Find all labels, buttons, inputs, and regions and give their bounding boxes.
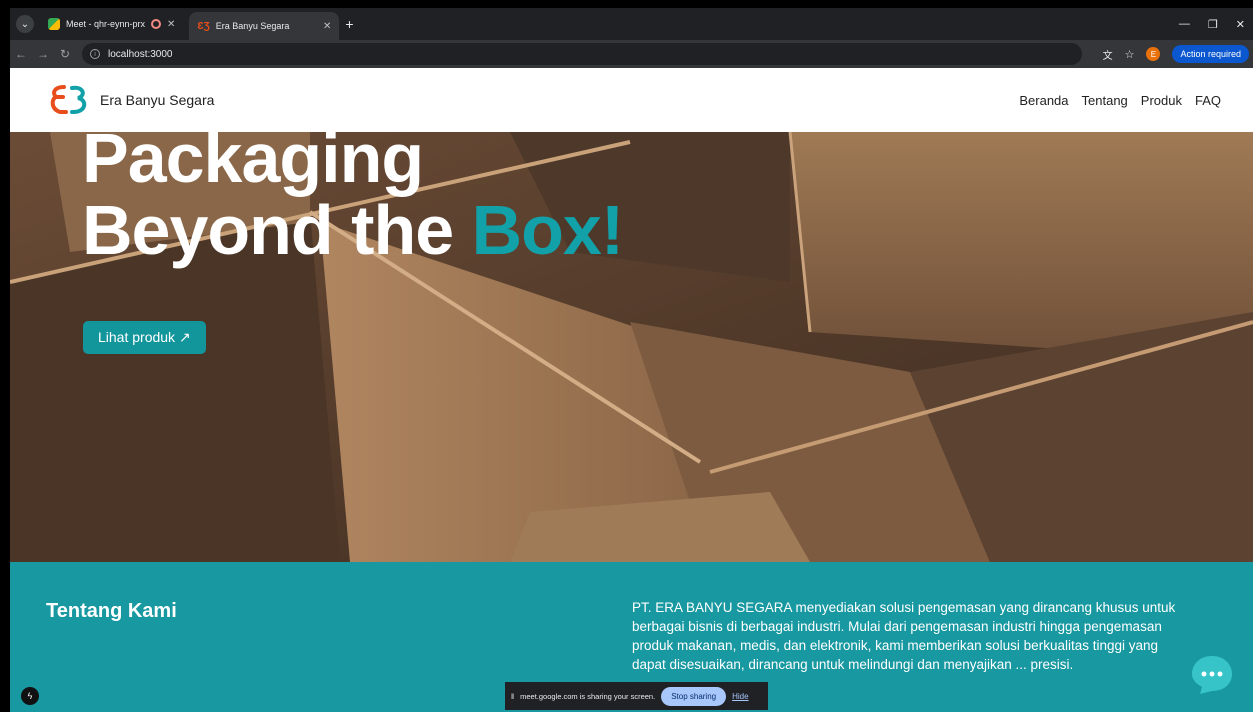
tab-title: Meet - qhr-eynn-prx (66, 19, 146, 29)
hero-section: Packaging Beyond the Box! Lihat produk ↗ (10, 132, 1253, 562)
brand-name: Era Banyu Segara (100, 92, 215, 108)
nav-beranda[interactable]: Beranda (1019, 93, 1068, 108)
profile-avatar[interactable]: E (1146, 47, 1161, 61)
nav-faq[interactable]: FAQ (1195, 93, 1221, 108)
eb-logo-icon (50, 85, 87, 115)
headline-line2-prefix: Beyond the (82, 191, 472, 269)
address-bar[interactable]: i localhost:3000 (82, 43, 1082, 65)
chat-bubble-icon[interactable] (1190, 654, 1234, 696)
browser-toolbar: ← → ↻ i localhost:3000 文 ☆ E Action requ… (10, 40, 1253, 68)
lihat-produk-button[interactable]: Lihat produk ↗ (83, 321, 206, 354)
dev-tools-badge[interactable]: ϟ (21, 687, 39, 705)
tab-search-icon[interactable]: ⌄ (16, 15, 34, 33)
close-tab-icon[interactable]: ✕ (323, 21, 331, 32)
site-info-icon[interactable]: i (90, 49, 100, 59)
browser-tabbar: ⌄ Meet - qhr-eynn-prx ✕ ƐƷ Era Banyu Seg… (10, 8, 1253, 40)
main-nav: Beranda Tentang Produk FAQ (1019, 93, 1221, 108)
screen-share-bar: ‖ meet.google.com is sharing your screen… (505, 682, 768, 710)
restore-icon[interactable]: ❐ (1208, 18, 1218, 31)
action-required-button[interactable]: Action required (1172, 45, 1249, 63)
recording-icon (151, 19, 162, 29)
tab-era-banyu-segara[interactable]: ƐƷ Era Banyu Segara ✕ (189, 12, 340, 40)
headline-accent: Box! (471, 191, 625, 269)
about-text: PT. ERA BANYU SEGARA menyediakan solusi … (632, 600, 1176, 672)
reload-icon[interactable]: ↻ (54, 47, 76, 61)
minimize-icon[interactable]: — (1179, 18, 1190, 31)
tab-meet[interactable]: Meet - qhr-eynn-prx ✕ (40, 11, 183, 37)
site-logo[interactable]: Era Banyu Segara (48, 83, 214, 117)
nav-tentang[interactable]: Tentang (1082, 93, 1128, 108)
site-header: Era Banyu Segara Beranda Tentang Produk … (10, 68, 1253, 132)
translate-icon[interactable]: 文 (1103, 47, 1113, 62)
hero-headline: Packaging Beyond the Box! (82, 132, 625, 269)
nav-produk[interactable]: Produk (1141, 93, 1182, 108)
close-window-icon[interactable]: ✕ (1236, 18, 1245, 31)
close-tab-icon[interactable]: ✕ (167, 19, 175, 30)
meet-favicon-icon (48, 18, 60, 30)
back-icon[interactable]: ← (10, 47, 32, 61)
hide-link[interactable]: Hide (732, 692, 748, 701)
new-tab-icon[interactable]: + (345, 16, 353, 32)
forward-icon[interactable]: → (32, 47, 54, 61)
about-title: Tentang Kami (46, 600, 177, 622)
era-favicon-icon: ƐƷ (197, 20, 210, 32)
headline-line1: Packaging (82, 132, 424, 197)
bookmark-star-icon[interactable]: ☆ (1125, 48, 1135, 61)
pause-icon: ‖ (511, 691, 515, 701)
screen: ⌄ Meet - qhr-eynn-prx ✕ ƐƷ Era Banyu Seg… (0, 0, 1253, 712)
url-text: localhost:3000 (108, 48, 173, 60)
web-page: Era Banyu Segara Beranda Tentang Produk … (10, 68, 1253, 712)
share-message: meet.google.com is sharing your screen. (520, 691, 656, 701)
window-controls: — ❐ ✕ (1179, 18, 1253, 31)
toolbar-actions: 文 ☆ E Action required (1103, 45, 1253, 63)
tab-title: Era Banyu Segara (215, 21, 290, 31)
stop-sharing-button[interactable]: Stop sharing (661, 686, 727, 706)
